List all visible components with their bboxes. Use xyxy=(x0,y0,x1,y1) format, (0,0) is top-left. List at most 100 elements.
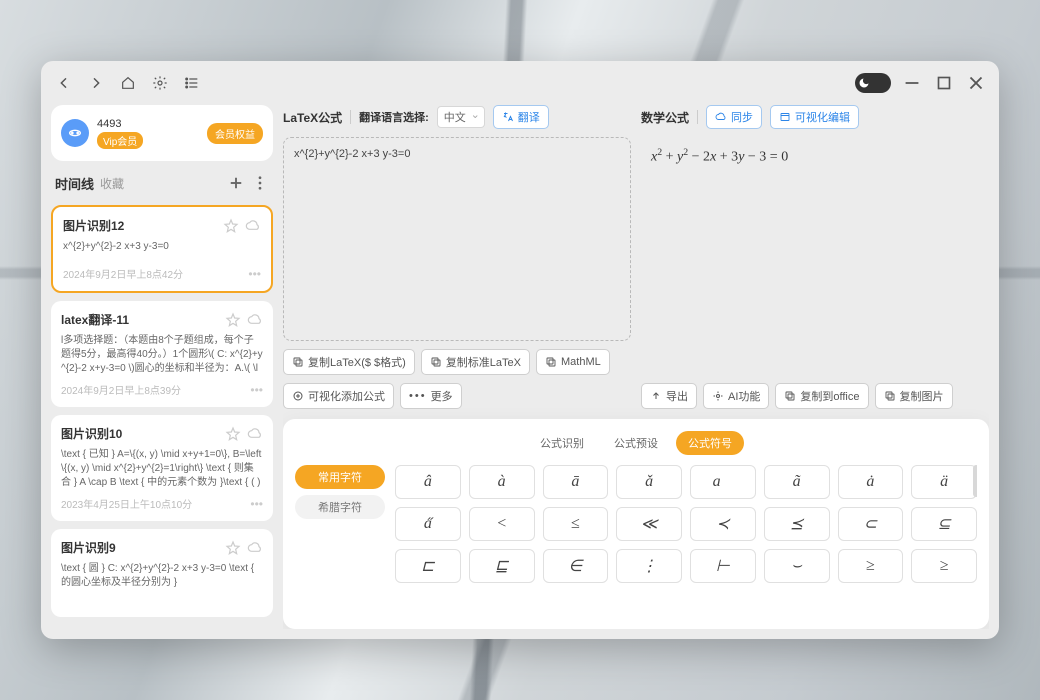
symbol-cell[interactable]: à xyxy=(469,465,535,499)
cloud-icon[interactable] xyxy=(247,312,263,328)
forward-button[interactable] xyxy=(85,72,107,94)
symbol-cell[interactable]: ā xyxy=(543,465,609,499)
sidebar: 4493 Vip会员 会员权益 时间线 收藏 图片识别1 xyxy=(51,105,273,629)
card-body: \text { 已知 } A=\{(x, y) \mid x+y+1=0\}, … xyxy=(61,448,263,490)
membership-button[interactable]: 会员权益 xyxy=(207,123,263,144)
card-date: 2023年4月25日上午10点10分 xyxy=(61,496,246,511)
symbol-cell[interactable]: ≥ xyxy=(838,549,904,583)
card-list: 图片识别12 x^{2}+y^{2}-2 x+3 y-3=0 2024年9月2日… xyxy=(51,205,273,629)
export-button[interactable]: 导出 xyxy=(641,383,697,409)
preview-panel: 数学公式 同步 可视化编辑 x2 + y2 − 2x + 3y − 3 = 0 xyxy=(641,105,989,409)
symbol-cell[interactable]: ⊑ xyxy=(469,549,535,583)
copy-latex-dollar-button[interactable]: 复制LaTeX($ $格式) xyxy=(283,349,415,375)
symbol-cell[interactable]: ⪯ xyxy=(764,507,830,541)
symbol-cell[interactable]: ∈ xyxy=(543,549,609,583)
center-area: LaTeX公式 翻译语言选择: 中文 翻译 x^{2}+y^{2}-2 x+3 … xyxy=(283,105,989,629)
card-item[interactable]: 图片识别12 x^{2}+y^{2}-2 x+3 y-3=0 2024年9月2日… xyxy=(51,205,273,293)
card-item[interactable]: 图片识别9 \text { 圆 } C: x^{2}+y^{2}-2 x+3 y… xyxy=(51,529,273,617)
star-icon[interactable] xyxy=(225,426,241,442)
add-button[interactable] xyxy=(227,174,245,192)
lang-select[interactable]: 中文 xyxy=(437,106,485,128)
symbol-scrollbar[interactable] xyxy=(973,465,977,497)
symbol-cell[interactable]: ⊢ xyxy=(690,549,756,583)
visual-add-button[interactable]: 可视化添加公式 xyxy=(283,383,394,409)
tab-symbol[interactable]: 公式符号 xyxy=(676,431,744,455)
symbol-grid: âàāǎa⃗ãȧäa̋<≤≪≺⪯⊂⊆⊏⊑∈⋮⊢⌣≥≥ xyxy=(395,465,977,583)
symbol-cell[interactable]: ≪ xyxy=(616,507,682,541)
avatar xyxy=(61,119,89,147)
card-more-icon[interactable]: ••• xyxy=(248,267,261,281)
cloud-icon[interactable] xyxy=(245,218,261,234)
back-button[interactable] xyxy=(53,72,75,94)
timeline-tabs: 时间线 收藏 xyxy=(51,171,273,195)
symbol-cell[interactable]: a̋ xyxy=(395,507,461,541)
theme-toggle[interactable] xyxy=(855,73,891,93)
symbol-cell[interactable]: ≥ xyxy=(911,549,977,583)
cat-common[interactable]: 常用字符 xyxy=(295,465,385,489)
mathml-button[interactable]: MathML xyxy=(536,349,610,375)
symbol-cell[interactable]: ⊆ xyxy=(911,507,977,541)
star-icon[interactable] xyxy=(225,312,241,328)
symbol-cell[interactable]: ⊏ xyxy=(395,549,461,583)
card-title: latex翻译-11 xyxy=(61,311,219,328)
card-item[interactable]: latex翻译-11 l多项选择题：（本题由8个子题组成，每个子题得5分，最高得… xyxy=(51,301,273,407)
symbol-cell[interactable]: ≤ xyxy=(543,507,609,541)
copy-image-button[interactable]: 复制图片 xyxy=(875,383,953,409)
copy-office-button[interactable]: 复制到office xyxy=(775,383,868,409)
symbol-cell[interactable]: < xyxy=(469,507,535,541)
card-body: x^{2}+y^{2}-2 x+3 y-3=0 xyxy=(63,240,261,254)
symbol-cell[interactable]: ≺ xyxy=(690,507,756,541)
star-icon[interactable] xyxy=(223,218,239,234)
symbol-cell[interactable]: ⋮ xyxy=(616,549,682,583)
card-date: 2024年9月2日早上8点42分 xyxy=(63,266,244,281)
list-button[interactable] xyxy=(181,72,203,94)
sync-button[interactable]: 同步 xyxy=(706,105,762,129)
tab-timeline[interactable]: 时间线 xyxy=(55,174,94,193)
copy-latex-std-button[interactable]: 复制标准LaTeX xyxy=(421,349,530,375)
titlebar xyxy=(41,61,999,105)
settings-button[interactable] xyxy=(149,72,171,94)
cloud-icon[interactable] xyxy=(247,426,263,442)
latex-textarea[interactable]: x^{2}+y^{2}-2 x+3 y-3=0 xyxy=(283,137,631,341)
symbol-cell[interactable]: ⊂ xyxy=(838,507,904,541)
minimize-button[interactable] xyxy=(901,72,923,94)
user-card: 4493 Vip会员 会员权益 xyxy=(51,105,273,161)
ai-button[interactable]: AI功能 xyxy=(703,383,769,409)
card-title: 图片识别9 xyxy=(61,539,219,556)
card-date: 2024年9月2日早上8点39分 xyxy=(61,382,246,397)
card-more-icon[interactable]: ••• xyxy=(250,383,263,397)
symbol-cell[interactable]: ä xyxy=(911,465,977,499)
lang-label: 翻译语言选择: xyxy=(359,109,429,125)
home-button[interactable] xyxy=(117,72,139,94)
preview-panel-title: 数学公式 xyxy=(641,109,689,126)
symbol-cell[interactable]: â xyxy=(395,465,461,499)
symbol-cell[interactable]: ȧ xyxy=(838,465,904,499)
symbol-cell[interactable]: ⌣ xyxy=(764,549,830,583)
close-button[interactable] xyxy=(965,72,987,94)
cat-greek[interactable]: 希腊字符 xyxy=(295,495,385,519)
vip-badge: Vip会员 xyxy=(97,132,143,149)
latex-panel-title: LaTeX公式 xyxy=(283,109,342,126)
card-title: 图片识别12 xyxy=(63,217,217,234)
app-window: 4493 Vip会员 会员权益 时间线 收藏 图片识别1 xyxy=(41,61,999,639)
tab-recognize[interactable]: 公式识别 xyxy=(528,431,596,455)
symbols-panel: 公式识别 公式预设 公式符号 常用字符 希腊字符 âàāǎa⃗ãȧä a̋<≤≪≺… xyxy=(283,419,989,629)
more-button[interactable]: ••• 更多 xyxy=(400,383,462,409)
cloud-icon[interactable] xyxy=(247,540,263,556)
card-more-icon[interactable]: ••• xyxy=(250,497,263,511)
card-body: \text { 圆 } C: x^{2}+y^{2}-2 x+3 y-3=0 \… xyxy=(61,562,263,590)
timeline-more-button[interactable] xyxy=(251,174,269,192)
symbol-cell[interactable]: a⃗ xyxy=(690,465,756,499)
card-item[interactable]: 图片识别10 \text { 已知 } A=\{(x, y) \mid x+y+… xyxy=(51,415,273,521)
main-area: 4493 Vip会员 会员权益 时间线 收藏 图片识别1 xyxy=(41,105,999,639)
translate-button[interactable]: 翻译 xyxy=(493,105,549,129)
star-icon[interactable] xyxy=(225,540,241,556)
symbol-cell[interactable]: ǎ xyxy=(616,465,682,499)
translate-label: 翻译 xyxy=(518,109,540,125)
maximize-button[interactable] xyxy=(933,72,955,94)
tab-favorites[interactable]: 收藏 xyxy=(100,175,124,192)
symbol-tabs: 公式识别 公式预设 公式符号 xyxy=(295,431,977,455)
symbol-cell[interactable]: ã xyxy=(764,465,830,499)
visual-edit-button[interactable]: 可视化编辑 xyxy=(770,105,859,129)
tab-preset[interactable]: 公式预设 xyxy=(602,431,670,455)
